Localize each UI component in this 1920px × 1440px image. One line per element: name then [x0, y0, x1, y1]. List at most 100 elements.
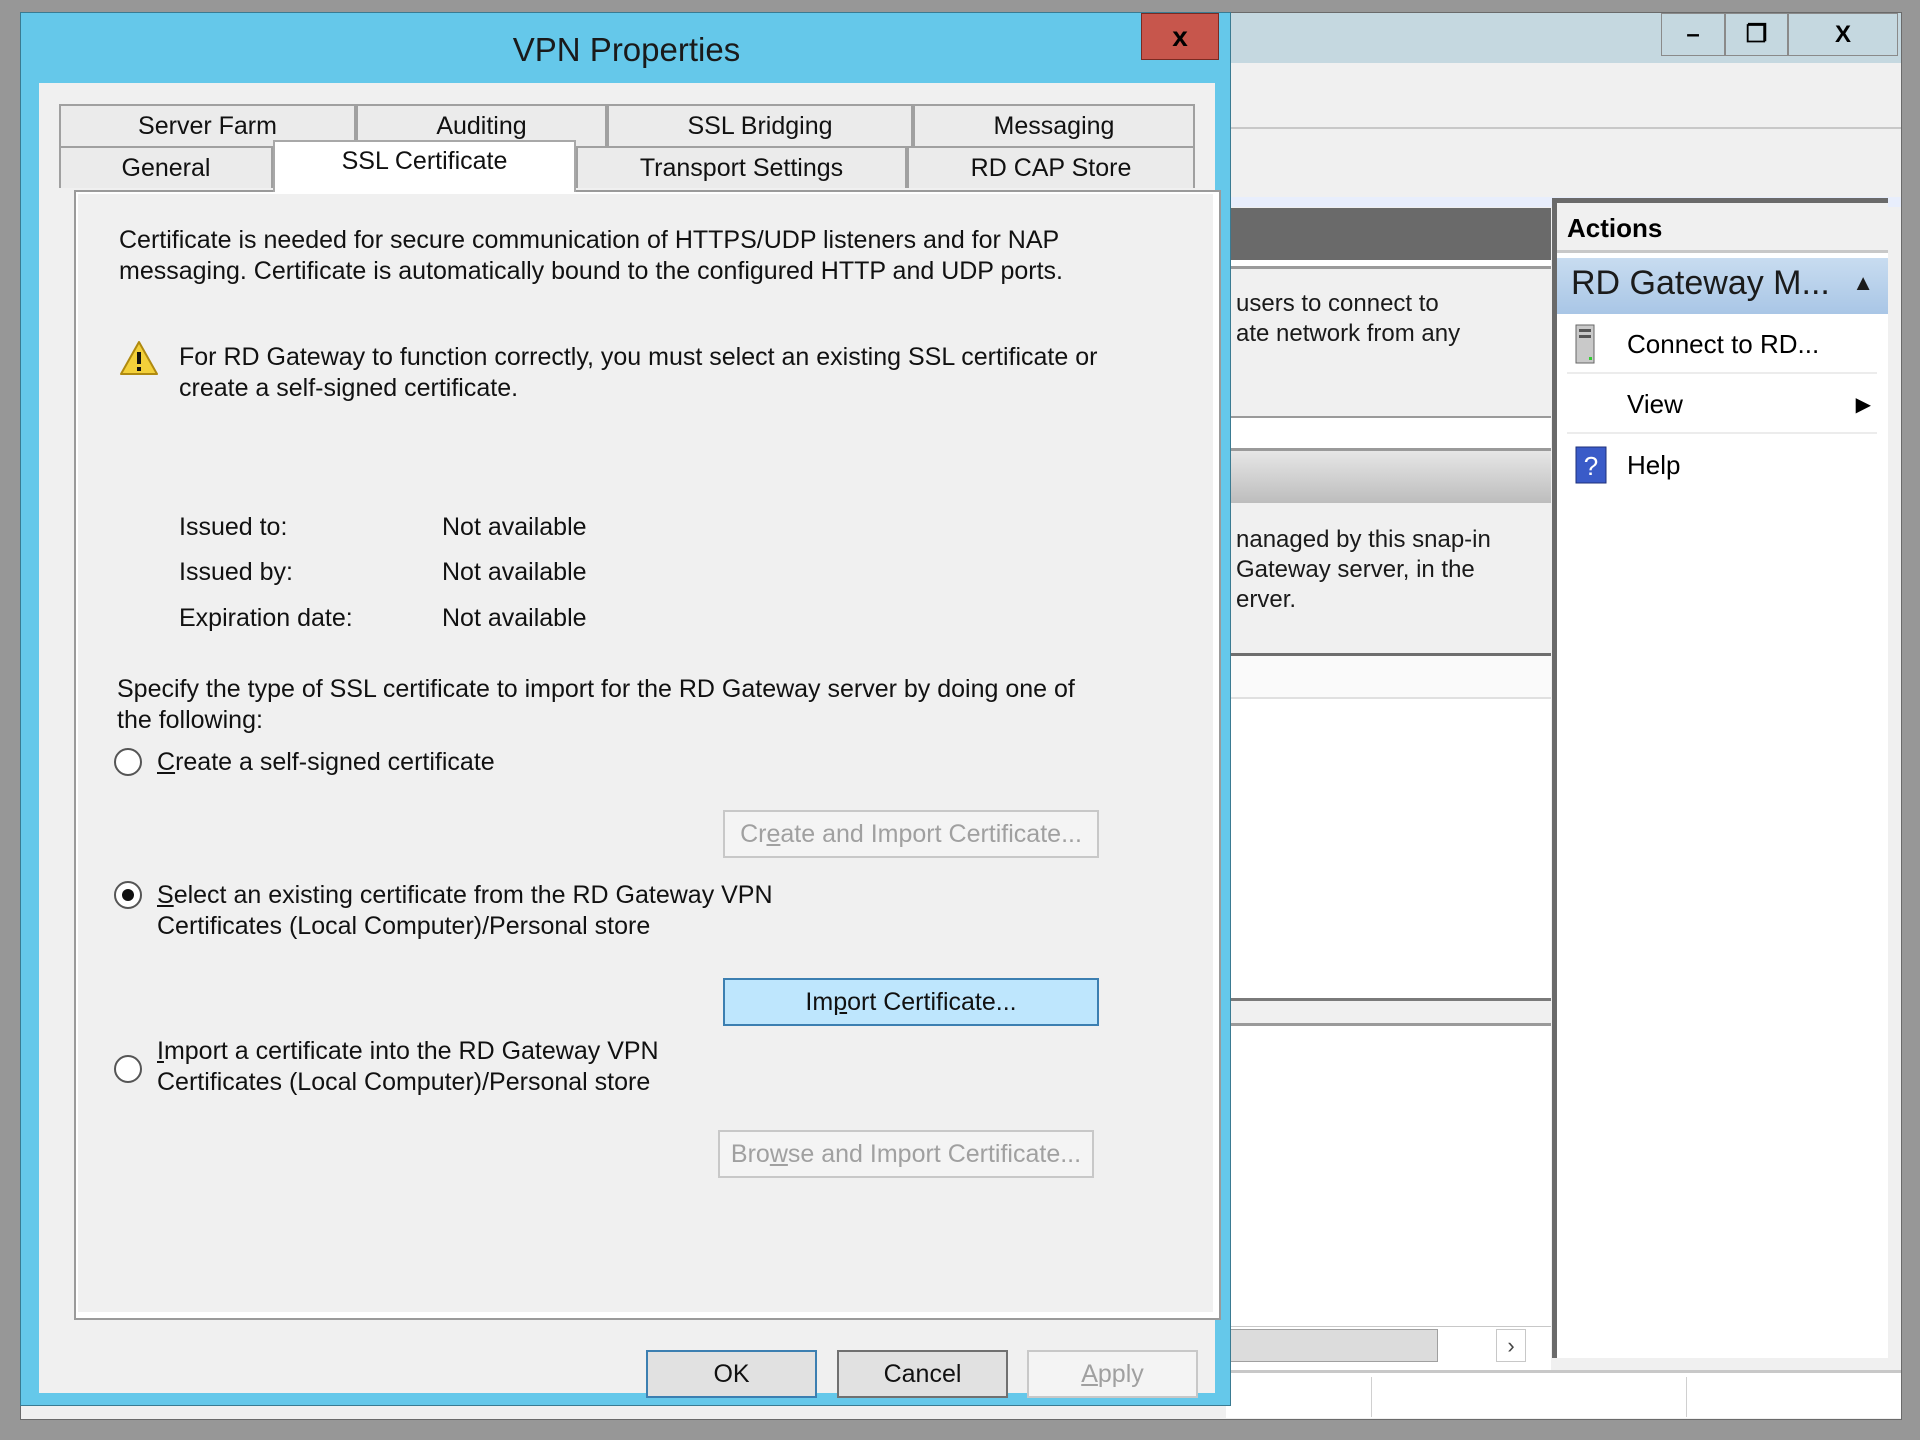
button-text: se and Import Certificate...: [787, 1139, 1082, 1168]
submenu-arrow-icon: ▶: [1855, 393, 1871, 416]
horizontal-scrollbar[interactable]: ›: [1226, 1326, 1551, 1363]
status-divider: [1686, 1377, 1687, 1417]
access-key: I: [157, 1037, 164, 1065]
tab-rd-cap-store[interactable]: RD CAP Store: [907, 146, 1195, 188]
expiration-date-label: Expiration date:: [179, 604, 353, 632]
tab-label: Messaging: [993, 111, 1115, 140]
scroll-right-button[interactable]: ›: [1496, 1329, 1526, 1362]
server-section: nanaged by this snap-in Gateway server, …: [1226, 503, 1551, 653]
overview-text-line: ate network from any: [1236, 320, 1461, 347]
option-text: mport a certificate into the RD Gateway …: [163, 1037, 659, 1065]
access-key: e: [766, 819, 781, 848]
ssl-certificate-panel: Certificate is needed for secure communi…: [74, 190, 1221, 1320]
browse-and-import-certificate-button[interactable]: Bro w se and Import Certificate...: [718, 1130, 1094, 1178]
cancel-button[interactable]: Cancel: [837, 1350, 1008, 1398]
specify-text-line: Specify the type of SSL certificate to i…: [117, 675, 1075, 703]
actions-title: Actions: [1557, 203, 1888, 253]
minimize-button[interactable]: –: [1661, 13, 1725, 56]
window-close-button[interactable]: X: [1788, 13, 1898, 56]
option-text: reate a self-signed certificate: [175, 748, 495, 776]
svg-text:?: ?: [1584, 451, 1598, 481]
help-icon: ?: [1567, 446, 1627, 484]
actions-pane: Actions RD Gateway M... ▲ Connect to RD.…: [1552, 198, 1888, 1358]
button-text: Cr: [740, 819, 767, 848]
action-label: View: [1627, 388, 1683, 419]
action-connect[interactable]: Connect to RD...: [1567, 316, 1877, 374]
option-select-existing-label[interactable]: Select an existing certificate from the …: [157, 880, 773, 911]
access-key: p: [833, 987, 848, 1016]
create-and-import-certificate-button[interactable]: Cr e ate and Import Certificate...: [723, 810, 1099, 858]
button-text: Bro: [730, 1139, 770, 1168]
server-text-line: Gateway server, in the: [1236, 556, 1475, 583]
action-label: Connect to RD...: [1627, 328, 1820, 359]
intro-text-line: messaging. Certificate is automatically …: [119, 257, 1063, 285]
server-text-line: erver.: [1236, 586, 1297, 613]
radio-create-self-signed[interactable]: [114, 748, 142, 776]
section-row: [1226, 653, 1551, 699]
vpn-properties-dialog: VPN Properties x Server Farm Auditing SS…: [20, 12, 1231, 1406]
access-key: w: [769, 1139, 788, 1168]
button-text: Cancel: [883, 1359, 962, 1388]
access-key: S: [157, 881, 174, 909]
issued-by-value: Not available: [442, 558, 587, 586]
button-text: ate and Import Certificate...: [780, 819, 1082, 848]
warning-text-line: For RD Gateway to function correctly, yo…: [179, 343, 1098, 371]
section-row: [1226, 998, 1551, 1026]
access-key: A: [1081, 1359, 1098, 1388]
issued-to-value: Not available: [442, 513, 587, 541]
section-header: [1226, 448, 1551, 503]
button-text: OK: [713, 1359, 750, 1388]
action-label: Help: [1627, 449, 1681, 480]
overview-text-line: users to connect to: [1236, 290, 1439, 317]
close-icon: x: [1172, 20, 1188, 52]
actions-group-label: RD Gateway M...: [1571, 264, 1830, 302]
collapse-arrow-icon[interactable]: ▲: [1852, 270, 1874, 296]
warning-text-line: create a self-signed certificate.: [179, 374, 519, 402]
option-create-self-signed-label[interactable]: Create a self-signed certificate: [157, 747, 495, 778]
action-help[interactable]: ? Help: [1567, 436, 1877, 494]
tab-label: Auditing: [436, 111, 527, 140]
center-pane-header: [1226, 208, 1551, 260]
radio-select-existing[interactable]: [114, 881, 142, 909]
tab-transport-settings[interactable]: Transport Settings: [576, 146, 907, 188]
minimize-icon: –: [1686, 20, 1700, 48]
warning-icon: [119, 340, 159, 381]
overview-section: users to connect to ate network from any: [1226, 266, 1551, 418]
import-certificate-button[interactable]: Im p ort Certificate...: [723, 978, 1099, 1026]
option-text: elect an existing certificate from the R…: [173, 881, 773, 909]
tab-ssl-bridging[interactable]: SSL Bridging: [607, 104, 913, 146]
action-view[interactable]: View ▶: [1567, 376, 1877, 434]
tab-label: RD CAP Store: [970, 153, 1132, 182]
tab-label: SSL Certificate: [341, 146, 508, 175]
status-divider: [1371, 1377, 1372, 1417]
tab-label: Transport Settings: [639, 153, 844, 182]
restore-button[interactable]: ❐: [1725, 13, 1788, 56]
tab-label: General: [121, 153, 211, 182]
actions-group-header[interactable]: RD Gateway M... ▲: [1557, 258, 1888, 314]
dialog-title: VPN Properties: [512, 31, 741, 68]
expiration-date-value: Not available: [442, 604, 587, 632]
dialog-close-button[interactable]: x: [1141, 13, 1219, 60]
issued-to-label: Issued to:: [179, 513, 288, 541]
scrollbar-thumb[interactable]: [1226, 1329, 1438, 1362]
button-text: ort Certificate...: [847, 987, 1017, 1016]
tab-general[interactable]: General: [59, 146, 273, 188]
server-icon: [1567, 324, 1627, 364]
restore-icon: ❐: [1745, 21, 1768, 48]
dialog-client: Server Farm Auditing SSL Bridging Messag…: [39, 83, 1221, 1398]
option-import-into-store-line2: Certificates (Local Computer)/Personal s…: [157, 1068, 651, 1096]
specify-text-line: the following:: [117, 706, 263, 734]
tab-messaging[interactable]: Messaging: [913, 104, 1195, 146]
chevron-right-icon: ›: [1507, 1332, 1515, 1358]
tab-ssl-certificate[interactable]: SSL Certificate: [273, 140, 576, 192]
tab-label: Server Farm: [138, 111, 277, 140]
radio-import-into-store[interactable]: [114, 1055, 142, 1083]
button-text: Im: [805, 987, 834, 1016]
option-import-into-store-label[interactable]: Import a certificate into the RD Gateway…: [157, 1036, 659, 1067]
tab-label: SSL Bridging: [687, 111, 833, 140]
button-text: pply: [1097, 1359, 1144, 1388]
option-select-existing-line2: Certificates (Local Computer)/Personal s…: [157, 912, 651, 940]
ok-button[interactable]: OK: [646, 1350, 817, 1398]
server-text-line: nanaged by this snap-in: [1236, 526, 1491, 553]
apply-button[interactable]: Apply: [1027, 1350, 1198, 1398]
